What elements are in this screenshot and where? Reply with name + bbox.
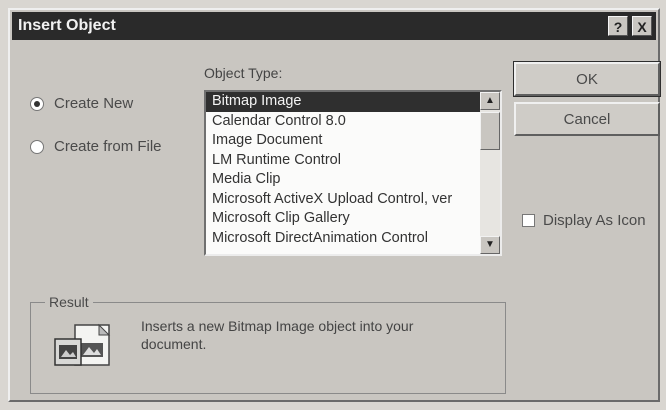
title-bar[interactable]: Insert Object ? X [12, 12, 656, 40]
object-type-item[interactable]: Microsoft ActiveX Upload Control, ver [206, 190, 480, 210]
create-new-label: Create New [54, 95, 134, 112]
object-type-item[interactable]: Media Clip [206, 170, 480, 190]
result-description: Inserts a new Bitmap Image object into y… [141, 318, 414, 352]
object-type-item[interactable]: Image Document [206, 131, 480, 151]
scroll-up-arrow-icon[interactable]: ▲ [480, 92, 500, 110]
object-type-item[interactable]: Bitmap Image [206, 92, 480, 112]
help-button[interactable]: ? [608, 16, 628, 36]
object-type-list: Bitmap Image Calendar Control 8.0 Image Do… [206, 92, 480, 248]
create-from-file-label: Create from File [54, 138, 162, 155]
object-type-item[interactable]: Microsoft Clip Gallery [206, 209, 480, 229]
ok-button[interactable]: OK [513, 61, 661, 97]
object-type-item[interactable]: Calendar Control 8.0 [206, 112, 480, 132]
insert-object-dialog: Insert Object ? X Create New Create from… [8, 8, 661, 402]
object-type-listbox[interactable]: Bitmap Image Calendar Control 8.0 Image Do… [204, 90, 502, 256]
result-group: Result Inserts a new Bitmap Image object… [30, 294, 506, 394]
object-type-label: Object Type: [204, 65, 283, 81]
list-scrollbar[interactable]: ▲ ▼ [480, 92, 500, 254]
object-type-item[interactable]: Microsoft DirectAnimation Control [206, 229, 480, 249]
scroll-down-arrow-icon[interactable]: ▼ [480, 236, 500, 254]
dialog-title: Insert Object [18, 17, 116, 34]
create-from-file-option[interactable]: Create from File [30, 138, 162, 155]
result-label: Result [45, 294, 93, 310]
create-new-radio[interactable] [30, 96, 44, 111]
object-type-item[interactable]: LM Runtime Control [206, 151, 480, 171]
display-as-icon-label: Display As Icon [543, 212, 646, 229]
scroll-thumb[interactable] [480, 112, 500, 150]
display-as-icon-checkbox[interactable] [522, 214, 535, 227]
bitmap-object-icon [54, 323, 111, 366]
create-from-file-radio[interactable] [30, 139, 44, 154]
cancel-button[interactable]: Cancel [514, 102, 660, 136]
display-as-icon-option[interactable]: Display As Icon [522, 212, 646, 229]
close-button[interactable]: X [632, 16, 652, 36]
create-new-option[interactable]: Create New [30, 95, 133, 112]
